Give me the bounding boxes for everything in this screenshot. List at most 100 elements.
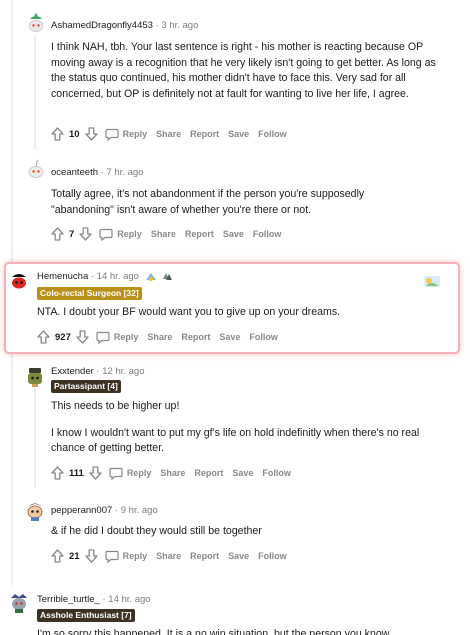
comment-actions: 7 Reply Share Report Save Follow <box>51 227 281 241</box>
follow-button[interactable]: Follow <box>249 332 278 342</box>
share-button[interactable]: Share <box>160 468 185 478</box>
author-link[interactable]: Exxtender <box>51 366 94 377</box>
comment-meta: pepperann007 · 9 hr. ago <box>51 505 158 516</box>
author-link[interactable]: AshamedDragonfly4453 <box>51 20 153 31</box>
reply-icon <box>104 128 119 141</box>
comment-actions: 927 Reply Share Report Save Follow <box>37 330 278 344</box>
vote-count: 10 <box>69 128 80 140</box>
author-link[interactable]: Terrible_turtle_ <box>37 594 100 605</box>
reply-button[interactable]: Reply <box>104 128 147 141</box>
snoo-avatar <box>23 364 47 388</box>
upvote-icon <box>51 227 64 241</box>
follow-button[interactable]: Follow <box>253 229 282 239</box>
avatar[interactable] <box>7 590 31 614</box>
snoo-avatar <box>7 268 31 292</box>
thread-line[interactable] <box>34 388 36 488</box>
reply-label: Reply <box>126 468 152 478</box>
avatar[interactable] <box>24 12 48 36</box>
separator: · <box>90 271 95 283</box>
reply-icon <box>109 467 123 480</box>
reply-button[interactable]: Reply <box>104 550 147 563</box>
author-link[interactable]: Hemenucha <box>37 271 88 282</box>
downvote-button[interactable] <box>76 330 89 344</box>
award-icon <box>145 273 156 282</box>
avatar[interactable] <box>7 268 31 292</box>
vote-count: 21 <box>69 550 80 562</box>
report-button[interactable]: Report <box>190 129 219 139</box>
award-icon[interactable] <box>423 273 441 289</box>
thread-line[interactable] <box>11 350 13 585</box>
downvote-icon <box>79 227 92 241</box>
thread-line[interactable] <box>11 0 13 262</box>
comment-meta: AshamedDragonfly4453 · 3 hr. ago <box>51 20 198 31</box>
upvote-icon <box>51 127 64 141</box>
vote-count: 927 <box>55 331 71 343</box>
comment-paragraph: I think NAH, tbh. Your last sentence is … <box>51 41 436 100</box>
reply-button[interactable]: Reply <box>109 467 152 480</box>
timestamp[interactable]: 3 hr. ago <box>161 20 198 31</box>
timestamp[interactable]: 7 hr. ago <box>106 167 143 178</box>
reply-button[interactable]: Reply <box>99 228 142 241</box>
reply-label: Reply <box>113 332 139 342</box>
author-link[interactable]: pepperann007 <box>51 505 112 516</box>
share-button[interactable]: Share <box>151 229 176 239</box>
reply-icon <box>104 550 119 563</box>
timestamp[interactable]: 14 hr. ago <box>97 271 139 282</box>
report-button[interactable]: Report <box>181 332 210 342</box>
comment-paragraph: & if he did I doubt they would still be … <box>51 525 262 537</box>
upvote-icon <box>37 330 50 344</box>
separator: · <box>114 505 119 516</box>
downvote-button[interactable] <box>84 127 98 141</box>
author-link[interactable]: oceanteeth <box>51 167 98 178</box>
comment-body: & if he did I doubt they would still be … <box>51 524 436 540</box>
comment-meta: oceanteeth · 7 hr. ago <box>51 167 143 178</box>
comment-paragraph: I know I wouldn't want to put my gf's li… <box>51 426 420 455</box>
comment-actions: 21 Reply Share Report Save Follow <box>51 549 287 563</box>
avatar[interactable] <box>23 498 47 522</box>
follow-button[interactable]: Follow <box>258 129 287 139</box>
share-button[interactable]: Share <box>156 551 181 561</box>
save-button[interactable]: Save <box>228 129 249 139</box>
separator: · <box>102 594 106 605</box>
user-flair: Colo-rectal Surgeon [32] <box>37 287 142 300</box>
upvote-button[interactable] <box>37 330 50 344</box>
report-button[interactable]: Report <box>185 229 214 239</box>
upvote-button[interactable] <box>51 549 64 563</box>
comment-meta: Terrible_turtle_ · 14 hr. ago <box>37 594 151 605</box>
report-button[interactable]: Report <box>194 468 223 478</box>
comment-paragraph: Totally agree, it's not abandonment if t… <box>51 188 365 216</box>
timestamp[interactable]: 12 hr. ago <box>102 366 144 377</box>
reply-button[interactable]: Reply <box>96 331 139 344</box>
save-button[interactable]: Save <box>228 551 249 561</box>
downvote-button[interactable] <box>89 466 102 480</box>
comment-paragraph: I'm so sorry this happened. It is a no w… <box>37 628 390 635</box>
separator: · <box>100 167 104 178</box>
timestamp[interactable]: 14 hr. ago <box>108 594 150 605</box>
report-button[interactable]: Report <box>190 551 219 561</box>
avatar[interactable] <box>23 364 47 388</box>
comment-meta: Hemenucha · 14 hr. ago <box>37 271 173 282</box>
vote-count: 111 <box>69 467 84 479</box>
snoo-avatar <box>24 158 48 182</box>
downvote-icon <box>89 466 102 480</box>
upvote-button[interactable] <box>51 227 64 241</box>
downvote-button[interactable] <box>79 227 92 241</box>
downvote-icon <box>76 330 89 344</box>
comment-paragraph: This needs to be higher up! <box>51 400 180 412</box>
save-button[interactable]: Save <box>223 229 244 239</box>
thread-line[interactable] <box>34 32 36 150</box>
downvote-icon <box>84 549 98 563</box>
upvote-button[interactable] <box>51 466 64 480</box>
save-button[interactable]: Save <box>219 332 240 342</box>
share-button[interactable]: Share <box>156 129 181 139</box>
share-button[interactable]: Share <box>147 332 172 342</box>
upvote-button[interactable] <box>51 127 64 141</box>
save-button[interactable]: Save <box>232 468 253 478</box>
follow-button[interactable]: Follow <box>262 468 291 478</box>
downvote-button[interactable] <box>84 549 98 563</box>
follow-button[interactable]: Follow <box>258 551 287 561</box>
upvote-icon <box>51 466 64 480</box>
comment-actions: 111 Reply Share Report Save Follow <box>51 466 291 480</box>
avatar[interactable] <box>24 158 48 182</box>
timestamp[interactable]: 9 hr. ago <box>121 505 158 516</box>
